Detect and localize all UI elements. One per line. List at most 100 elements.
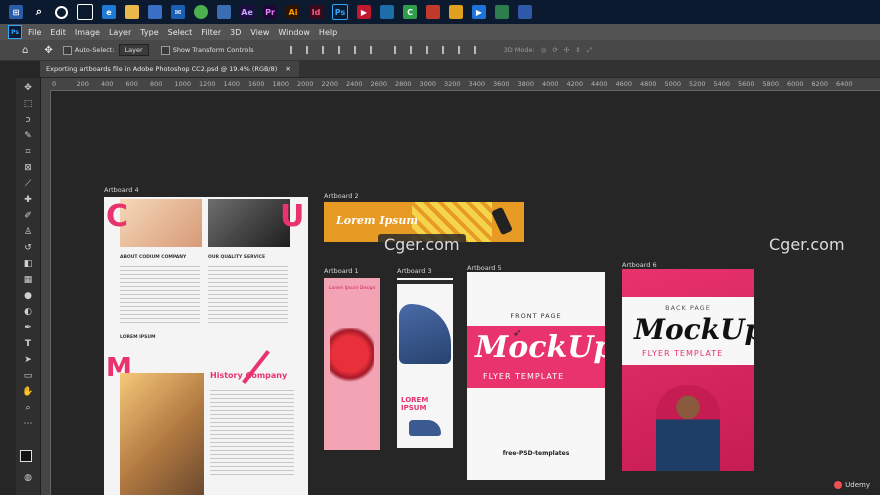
eyedropper-icon[interactable]: ⟋ bbox=[22, 178, 34, 190]
app-icon[interactable] bbox=[217, 5, 231, 19]
illustrator-icon[interactable]: Ai bbox=[286, 5, 300, 19]
move-tool-icon[interactable]: ✥ bbox=[44, 45, 52, 56]
camtasia-icon[interactable]: C bbox=[403, 5, 417, 19]
artboard-5-label[interactable]: Artboard 5 bbox=[467, 264, 502, 272]
artboard-3[interactable]: LOREM IPSUM bbox=[397, 278, 453, 448]
quick-select-icon[interactable]: ✎ bbox=[22, 130, 34, 142]
3d-scale-icon[interactable]: ⤢ bbox=[587, 46, 592, 55]
stamp-icon[interactable]: ♙ bbox=[22, 226, 34, 238]
align-bottom-icon[interactable] bbox=[369, 46, 380, 54]
after-effects-icon[interactable]: Ae bbox=[240, 5, 254, 19]
blur-icon[interactable]: ● bbox=[22, 290, 34, 302]
quick-mask-icon[interactable]: ◍ bbox=[22, 472, 34, 484]
app-icon-6[interactable] bbox=[518, 5, 532, 19]
edge-icon[interactable]: e bbox=[102, 5, 116, 19]
menu-filter[interactable]: Filter bbox=[201, 28, 221, 37]
zoom-icon[interactable]: ⌕ bbox=[22, 402, 34, 414]
premiere-icon[interactable]: Pr bbox=[263, 5, 277, 19]
3d-roll-icon[interactable]: ⟳ bbox=[552, 46, 557, 54]
path-select-icon[interactable]: ➤ bbox=[22, 354, 34, 366]
play-icon[interactable]: ▶ bbox=[472, 5, 486, 19]
store-icon[interactable] bbox=[148, 5, 162, 19]
artboard-6[interactable]: BACK PAGE MockUp FLYER TEMPLATE bbox=[622, 269, 754, 471]
3d-pan-icon[interactable]: ✣ bbox=[564, 46, 569, 54]
auto-select-checkbox[interactable] bbox=[62, 45, 72, 55]
3d-orbit-icon[interactable]: ◎ bbox=[541, 46, 547, 54]
layer-dropdown[interactable]: Layer bbox=[118, 44, 149, 56]
menu-image[interactable]: Image bbox=[75, 28, 100, 37]
distribute-icon-6[interactable] bbox=[473, 46, 484, 54]
distribute-icon-3[interactable] bbox=[425, 46, 436, 54]
foreground-color-swatch[interactable] bbox=[20, 450, 32, 462]
artboard-1[interactable]: Lorem Ipsum Design bbox=[324, 278, 380, 450]
folder-icon[interactable] bbox=[125, 5, 139, 19]
menu-help[interactable]: Help bbox=[319, 28, 337, 37]
menu-file[interactable]: File bbox=[28, 28, 41, 37]
horizontal-ruler[interactable]: 0 200 400 600 800 1000 1200 1400 1600 1800 2000 220… bbox=[40, 78, 880, 91]
menu-edit[interactable]: Edit bbox=[50, 28, 66, 37]
photoshop-icon[interactable]: Ps bbox=[332, 4, 348, 20]
move-icon[interactable]: ✥ bbox=[22, 82, 34, 94]
transform-option[interactable]: Show Transform Controls bbox=[160, 45, 254, 55]
align-top-icon[interactable] bbox=[337, 46, 348, 54]
menu-layer[interactable]: Layer bbox=[109, 28, 131, 37]
cortana-icon[interactable] bbox=[55, 5, 68, 19]
ruler-tick-label: 2800 bbox=[395, 80, 412, 88]
history-brush-icon[interactable]: ↺ bbox=[22, 242, 34, 254]
distribute-icon-4[interactable] bbox=[441, 46, 452, 54]
marquee-icon[interactable]: ⬚ bbox=[22, 98, 34, 110]
crop-icon[interactable]: ⌗ bbox=[22, 146, 34, 158]
close-icon[interactable]: ✕ bbox=[285, 65, 290, 73]
artboard-1-label[interactable]: Artboard 1 bbox=[324, 267, 359, 275]
mail-icon[interactable]: ✉ bbox=[171, 5, 185, 19]
distribute-icon-5[interactable] bbox=[457, 46, 468, 54]
app-icon-2[interactable] bbox=[380, 5, 394, 19]
artboard-4-label[interactable]: Artboard 4 bbox=[104, 186, 139, 194]
artboard-3-label[interactable]: Artboard 3 bbox=[397, 267, 432, 275]
canvas-area[interactable]: Artboard 4 C U ABOUT CODIUM COMPANY OUR … bbox=[51, 91, 880, 495]
align-right-icon[interactable] bbox=[321, 46, 332, 54]
distribute-icon[interactable] bbox=[393, 46, 404, 54]
menu-type[interactable]: Type bbox=[140, 28, 158, 37]
healing-icon[interactable]: ✚ bbox=[22, 194, 34, 206]
indesign-icon[interactable]: Id bbox=[309, 5, 323, 19]
hand-icon[interactable]: ✋ bbox=[22, 386, 34, 398]
3d-slide-icon[interactable]: ⇕ bbox=[575, 46, 580, 54]
task-view-icon[interactable] bbox=[77, 4, 93, 20]
transform-checkbox[interactable] bbox=[160, 45, 170, 55]
align-left-icon[interactable] bbox=[289, 46, 300, 54]
dodge-icon[interactable]: ◐ bbox=[22, 306, 34, 318]
media-icon[interactable]: ▶ bbox=[357, 5, 371, 19]
app-icon-4[interactable] bbox=[449, 5, 463, 19]
rectangle-icon[interactable]: ▭ bbox=[22, 370, 34, 382]
vertical-ruler[interactable] bbox=[40, 90, 51, 495]
pen-icon[interactable]: ✒ bbox=[22, 322, 34, 334]
document-tab[interactable]: Exporting artboards file in Adobe Photos… bbox=[40, 61, 299, 77]
menu-window[interactable]: Window bbox=[278, 28, 310, 37]
menu-3d[interactable]: 3D bbox=[230, 28, 241, 37]
menu-view[interactable]: View bbox=[250, 28, 269, 37]
artboard-5[interactable]: FRONT PAGE MockUp FLYER TEMPLATE free-PS… bbox=[467, 272, 605, 480]
chrome-icon[interactable] bbox=[194, 5, 208, 19]
start-icon[interactable]: ⊞ bbox=[9, 5, 23, 19]
home-icon[interactable]: ⌂ bbox=[22, 45, 28, 56]
eraser-icon[interactable]: ◧ bbox=[22, 258, 34, 270]
lasso-icon[interactable]: ↄ bbox=[22, 114, 34, 126]
frame-icon[interactable]: ⊠ bbox=[22, 162, 34, 174]
app-icon-3[interactable] bbox=[426, 5, 440, 19]
auto-select-option[interactable]: Auto-Select: bbox=[62, 45, 115, 55]
menu-select[interactable]: Select bbox=[168, 28, 193, 37]
brush-icon[interactable]: ✐ bbox=[22, 210, 34, 222]
search-icon[interactable]: ⌕ bbox=[32, 5, 46, 19]
type-icon[interactable]: T bbox=[22, 338, 34, 350]
artboard-2-label[interactable]: Artboard 2 bbox=[324, 192, 359, 200]
artboard-4[interactable]: C U ABOUT CODIUM COMPANY OUR QUALITY SER… bbox=[104, 197, 308, 495]
gradient-icon[interactable]: ▦ bbox=[22, 274, 34, 286]
align-middle-icon[interactable] bbox=[353, 46, 364, 54]
ruler-tick-label: 4800 bbox=[640, 80, 657, 88]
align-center-icon[interactable] bbox=[305, 46, 316, 54]
more-tools-icon[interactable]: ⋯ bbox=[22, 418, 34, 430]
artboard-6-label[interactable]: Artboard 6 bbox=[622, 261, 657, 269]
distribute-icon-2[interactable] bbox=[409, 46, 420, 54]
app-icon-5[interactable] bbox=[495, 5, 509, 19]
